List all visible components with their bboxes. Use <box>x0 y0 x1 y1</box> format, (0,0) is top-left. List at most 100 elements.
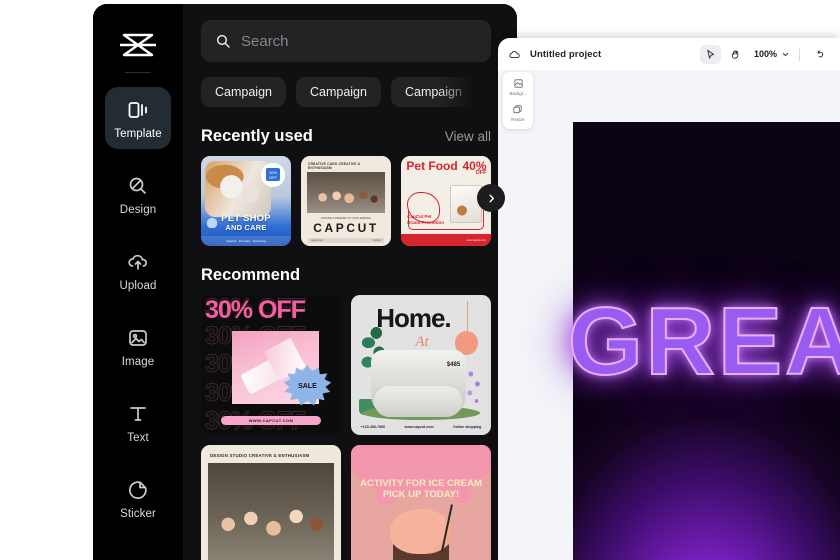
sidebar-item-text[interactable]: Text <box>105 391 171 453</box>
card-title: Home. <box>376 303 451 334</box>
editor-window: Untitled project 100% Backgr... Resize G… <box>498 38 840 560</box>
zoom-level[interactable]: 100% <box>754 49 777 59</box>
template-card-30-off[interactable]: 30% OFF 30% OFF 30% OFF 30% OFF 30% OFF … <box>201 295 341 435</box>
resize-icon <box>512 104 523 115</box>
sidebar-item-label: Upload <box>119 279 157 292</box>
card-footer: capcut.com Contact <box>308 237 384 243</box>
footer-site: www.capcut.com <box>404 425 434 430</box>
sidebar-item-label: Image <box>121 355 155 368</box>
sidebar-item-sticker[interactable]: Sticker <box>105 467 171 529</box>
recommend-header: Recommend <box>201 266 491 285</box>
template-card-pet-shop[interactable]: 30% OFF PET SHOP AND CARE CapCut · Pet c… <box>201 156 291 246</box>
card-headline: 30% OFF <box>205 296 306 324</box>
title-line-2: PICK UP TODAY! <box>382 488 460 500</box>
sidebar-item-image[interactable]: Image <box>105 315 171 377</box>
sidebar-item-label: Template <box>114 127 162 140</box>
footer-phone: +123-456-7890 <box>360 425 386 430</box>
card-title: ACTIVITY FOR ICE CREAM PICK UP TODAY! <box>355 477 487 501</box>
template-card-ice-cream[interactable]: ACTIVITY FOR ICE CREAM PICK UP TODAY! <box>351 445 491 560</box>
price-label: $485 <box>446 362 461 369</box>
editor-tool-group: 100% <box>699 44 830 64</box>
sidebar-rail: Template Design Upload Image Text Sticke… <box>93 4 183 560</box>
footer-right: Contact <box>372 238 381 242</box>
template-card-home[interactable]: Home. At $485 +123-456-7890 www.capcut.c… <box>351 295 491 435</box>
design-canvas[interactable]: GREA <box>567 122 840 560</box>
background-icon <box>513 78 524 89</box>
project-name[interactable]: Untitled project <box>530 49 601 60</box>
canvas-side-panel: Backgr... Resize <box>503 72 533 129</box>
card-script-text: At <box>415 334 429 351</box>
title-line-1: ACTIVITY FOR ICE CREAM <box>360 477 482 489</box>
template-card-capcut[interactable]: CREATIVE CARD CREATIVE & ENTHUSIASM LOOK… <box>301 156 391 246</box>
recently-used-row: 30% OFF PET SHOP AND CARE CapCut · Pet c… <box>201 156 517 246</box>
search-icon <box>215 33 231 49</box>
card-wordmark: CAPCUT <box>313 220 379 235</box>
discount-label: 40% OFF <box>462 160 486 177</box>
section-title: Recently used <box>201 127 313 145</box>
sofa-art <box>370 349 466 418</box>
template-card-design-studio[interactable]: DESIGN STUDIO CREATIVE & ENTHUSIASM <box>201 445 341 560</box>
footer-left: capcut.com <box>311 238 324 242</box>
recommend-grid: 30% OFF 30% OFF 30% OFF 30% OFF 30% OFF … <box>201 295 493 560</box>
card-header: DESIGN STUDIO CREATIVE & ENTHUSIASM <box>210 453 310 458</box>
image-icon <box>125 325 151 351</box>
card-title: Pet Food <box>406 158 458 173</box>
resize-label: Resize <box>511 117 525 122</box>
sidebar-item-label: Sticker <box>120 507 156 520</box>
sidebar-item-label: Text <box>127 431 149 444</box>
upload-cloud-icon <box>125 249 151 275</box>
background-button[interactable]: Backgr... <box>509 78 527 96</box>
card-footer: CapCut · Pet care · Grooming <box>201 236 291 246</box>
card-tagline: LOOKING FORWARD TO YOUR SERVING <box>320 216 372 220</box>
card-footer: www.capcut.com <box>401 234 491 246</box>
flowers-art <box>461 365 484 410</box>
group-photo <box>307 172 385 213</box>
cursor-tool[interactable] <box>699 44 721 64</box>
rail-divider <box>125 72 151 73</box>
group-photo <box>208 462 334 560</box>
brand-label: CapCut Pet Brand Promotion <box>407 214 444 227</box>
editor-body: Backgr... Resize GREA <box>498 70 840 560</box>
card-footer: +123-456-7890 www.capcut.com Online shop… <box>351 420 491 435</box>
section-title: Recommend <box>201 266 301 284</box>
card-header: CREATIVE CARD CREATIVE & ENTHUSIASM <box>308 162 361 171</box>
sidebar-item-upload[interactable]: Upload <box>105 239 171 301</box>
screen-root: Template Design Upload Image Text Sticke… <box>0 0 840 560</box>
discount-badge: 30% OFF <box>261 163 285 187</box>
recently-used-header: Recently used View all <box>201 127 491 146</box>
category-chip-list: Campaign Campaign Campaign <box>201 77 517 107</box>
canvas-neon-text[interactable]: GREA <box>567 293 840 391</box>
undo-button[interactable] <box>809 45 830 64</box>
sidebar-item-template[interactable]: Template <box>105 87 171 149</box>
resize-button[interactable]: Resize <box>511 104 525 122</box>
sidebar-item-design[interactable]: Design <box>105 163 171 225</box>
capcut-app-window: Template Design Upload Image Text Sticke… <box>93 4 517 560</box>
capcut-logo-icon[interactable] <box>116 30 160 60</box>
template-icon <box>125 97 151 123</box>
background-label: Backgr... <box>509 91 527 96</box>
carousel-next-button[interactable] <box>477 184 505 212</box>
hand-tool[interactable] <box>725 45 746 64</box>
sidebar-item-label: Design <box>119 203 157 216</box>
badge-text: 30% OFF <box>266 168 280 182</box>
design-icon <box>125 173 151 199</box>
view-all-link[interactable]: View all <box>445 129 491 144</box>
chip-campaign-2[interactable]: Campaign <box>295 77 381 107</box>
chevron-down-icon[interactable] <box>781 50 790 59</box>
footer-cta: Online shopping <box>452 425 482 430</box>
website-bar: WWW.CAPCUT.COM <box>220 416 322 426</box>
search-input[interactable]: Search <box>201 20 491 62</box>
card-title: PET SHOP AND CARE <box>201 213 291 232</box>
template-panel: Search Campaign Campaign Campaign Recent… <box>183 4 517 560</box>
toolbar-divider <box>799 47 800 61</box>
editor-toolbar: Untitled project 100% <box>498 38 840 70</box>
card-subtitle: AND CARE <box>225 222 267 232</box>
sticker-icon <box>125 477 151 503</box>
chip-campaign-3[interactable]: Campaign <box>390 77 476 107</box>
brand-sub: Brand Promotion <box>407 219 445 225</box>
search-placeholder: Search <box>241 32 289 50</box>
brand-name: CapCut Pet <box>407 213 432 219</box>
text-icon <box>125 401 151 427</box>
cloud-sync-icon[interactable] <box>508 48 521 61</box>
chip-campaign-1[interactable]: Campaign <box>201 77 286 107</box>
